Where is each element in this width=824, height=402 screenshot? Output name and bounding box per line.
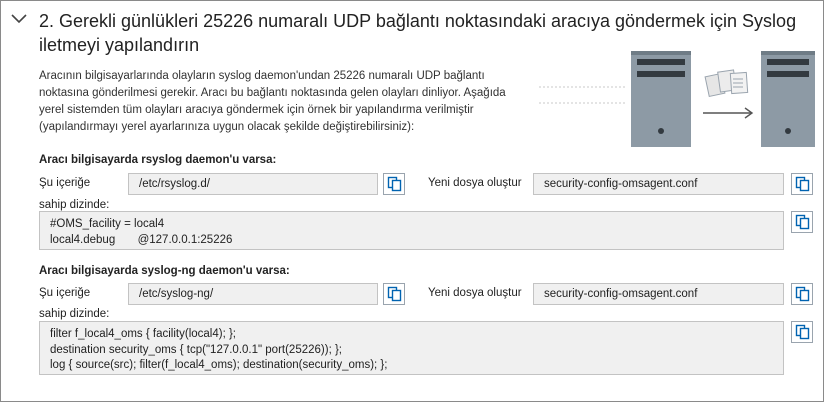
syslogng-content-label: sahip dizinde: (39, 308, 110, 320)
copy-icon (795, 286, 810, 302)
rsyslog-file-field[interactable]: security-config-omsagent.conf (533, 173, 784, 195)
source-server-icon (631, 51, 691, 147)
arrow-right-icon (703, 107, 754, 119)
copy-icon (387, 286, 402, 302)
syslogng-heading: Aracı bilgisayarda syslog-ng daemon'u va… (39, 265, 290, 277)
rsyslog-heading: Aracı bilgisayarda rsyslog daemon'u vars… (39, 154, 277, 166)
agent-server-icon (761, 51, 815, 147)
copy-icon (795, 214, 810, 230)
step-description: Aracının bilgisayarlarında olayların sys… (39, 70, 506, 133)
rsyslog-content-field[interactable]: #OMS_facility = local4 local4.debug @127… (39, 211, 784, 250)
chevron-down-icon[interactable] (11, 13, 27, 25)
rsyslog-file-label: Yeni dosya oluştur (428, 177, 522, 189)
copy-icon (387, 176, 402, 192)
copy-button[interactable] (383, 173, 405, 195)
copy-button[interactable] (791, 321, 813, 343)
server-forwarding-illustration (539, 51, 815, 147)
rsyslog-content-label: sahip dizinde: (39, 199, 110, 211)
rsyslog-dir-label: Şu içeriğe (39, 177, 91, 189)
documents-icon (704, 69, 749, 98)
syslogng-file-field[interactable]: security-config-omsagent.conf (533, 283, 784, 305)
syslogng-dir-field[interactable]: /etc/syslog-ng/ (128, 283, 378, 305)
copy-icon (795, 176, 810, 192)
syslogng-content-field[interactable]: filter f_local4_oms { facility(local4); … (39, 321, 784, 375)
copy-button[interactable] (791, 283, 813, 305)
copy-icon (795, 324, 810, 340)
rsyslog-dir-field[interactable]: /etc/rsyslog.d/ (128, 173, 378, 195)
copy-button[interactable] (791, 211, 813, 233)
syslogng-file-label: Yeni dosya oluştur (428, 287, 522, 299)
copy-button[interactable] (791, 173, 813, 195)
copy-button[interactable] (383, 283, 405, 305)
syslog-step-panel: 2. Gerekli günlükleri 25226 numaralı UDP… (0, 0, 824, 402)
syslogng-dir-label: Şu içeriğe (39, 287, 91, 299)
